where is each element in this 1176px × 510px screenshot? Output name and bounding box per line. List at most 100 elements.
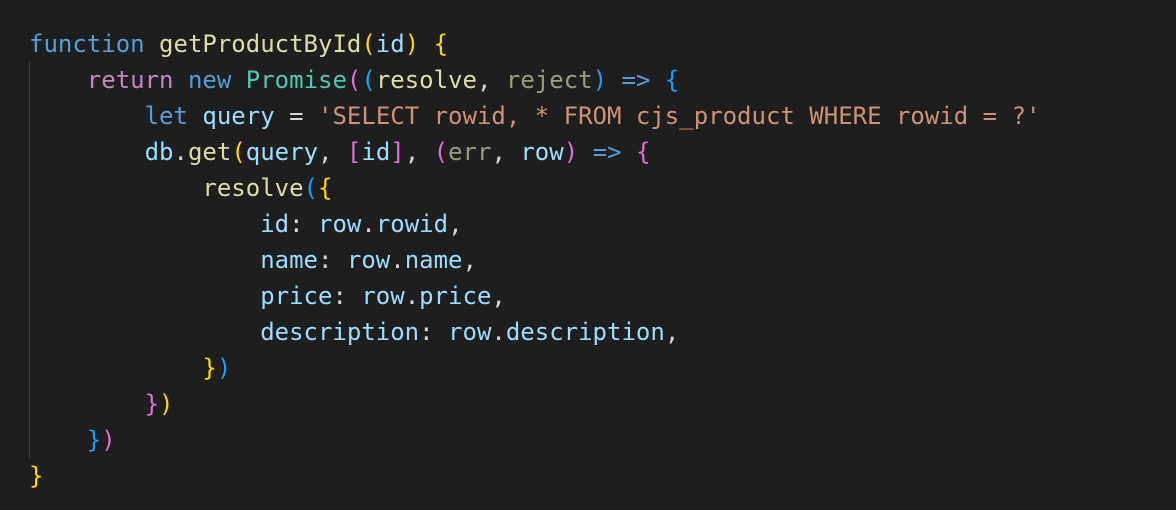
- code-token: (: [433, 138, 449, 166]
- code-token: let: [144, 102, 188, 130]
- code-token: .: [404, 282, 420, 310]
- code-token: ,: [448, 210, 463, 238]
- code-token: }: [29, 462, 44, 490]
- code-token: description: [260, 318, 420, 346]
- code-token: name: [404, 246, 463, 274]
- code-token: ): [563, 138, 579, 166]
- code-token: query: [202, 102, 275, 130]
- code-line[interactable]: function getProductById(id) {: [29, 26, 1176, 62]
- code-token: =: [274, 102, 319, 130]
- code-token: ,: [318, 138, 347, 166]
- code-token: .: [390, 246, 405, 274]
- code-token: :: [317, 246, 347, 274]
- code-token: query: [245, 138, 319, 166]
- code-token: ,: [476, 66, 506, 94]
- code-token: [: [346, 138, 362, 166]
- code-token: function: [29, 30, 145, 58]
- code-token: id: [375, 30, 405, 58]
- code-token: resolve: [202, 174, 304, 202]
- code-token: ,: [462, 246, 477, 274]
- code-token: :: [419, 318, 449, 346]
- code-token: row: [520, 138, 564, 166]
- code-token: reject: [505, 66, 593, 94]
- code-line[interactable]: description: row.description,: [29, 314, 1176, 350]
- code-line[interactable]: }: [29, 458, 1176, 494]
- code-line[interactable]: resolve({: [29, 170, 1176, 206]
- code-token: price: [260, 282, 333, 310]
- code-token: {: [635, 138, 651, 166]
- code-line[interactable]: id: row.rowid,: [29, 206, 1176, 242]
- code-token: (: [303, 174, 318, 202]
- code-token: getProductById: [159, 30, 362, 58]
- code-token: description: [505, 318, 665, 346]
- code-token: resolve: [375, 66, 477, 94]
- code-line[interactable]: }): [29, 422, 1176, 458]
- code-token: (: [361, 66, 376, 94]
- code-token: row: [318, 210, 362, 238]
- code-token: 'SELECT rowid, * FROM cjs_product WHERE …: [318, 102, 1041, 130]
- code-token: price: [419, 282, 492, 310]
- code-token: get: [187, 138, 232, 166]
- code-token: {: [318, 174, 333, 202]
- code-token: err: [448, 138, 492, 166]
- code-token: :: [289, 210, 318, 238]
- code-token: id: [260, 210, 290, 238]
- code-line[interactable]: price: row.price,: [29, 278, 1176, 314]
- code-token: db: [144, 138, 174, 166]
- code-token: rowid: [375, 210, 449, 238]
- code-token: ): [101, 426, 116, 454]
- code-token: ): [404, 30, 420, 58]
- code-line[interactable]: }): [29, 350, 1176, 386]
- code-token: =>: [592, 138, 622, 166]
- code-token: new: [187, 66, 232, 94]
- code-token: ): [592, 66, 608, 94]
- code-token: name: [260, 246, 318, 274]
- code-token: ,: [664, 318, 680, 346]
- code-line[interactable]: let query = 'SELECT rowid, * FROM cjs_pr…: [29, 98, 1176, 134]
- code-token: .: [491, 318, 506, 346]
- code-line[interactable]: return new Promise((resolve, reject) => …: [29, 62, 1176, 98]
- code-token: (: [346, 66, 362, 94]
- code-editor[interactable]: function getProductById(id) { return new…: [0, 0, 1176, 510]
- code-token: ): [216, 354, 232, 382]
- code-token: .: [361, 210, 376, 238]
- code-token: {: [664, 66, 680, 94]
- code-token: =>: [621, 66, 651, 94]
- code-line[interactable]: name: row.name,: [29, 242, 1176, 278]
- code-line[interactable]: }): [29, 386, 1176, 422]
- code-token: :: [332, 282, 362, 310]
- code-token: (: [231, 138, 246, 166]
- code-token: (: [361, 30, 376, 58]
- indent-guide: [29, 206, 30, 350]
- code-token: ,: [404, 138, 434, 166]
- code-token: ]: [390, 138, 405, 166]
- code-token: row: [361, 282, 405, 310]
- code-token: return: [86, 66, 174, 94]
- code-token: id: [361, 138, 391, 166]
- code-token: Promise: [245, 66, 347, 94]
- code-token: {: [433, 30, 449, 58]
- code-token: ,: [491, 282, 506, 310]
- code-area[interactable]: function getProductById(id) { return new…: [29, 26, 1176, 494]
- code-token: }: [202, 354, 217, 382]
- code-token: ): [159, 390, 174, 418]
- code-line[interactable]: db.get(query, [id], (err, row) => {: [29, 134, 1176, 170]
